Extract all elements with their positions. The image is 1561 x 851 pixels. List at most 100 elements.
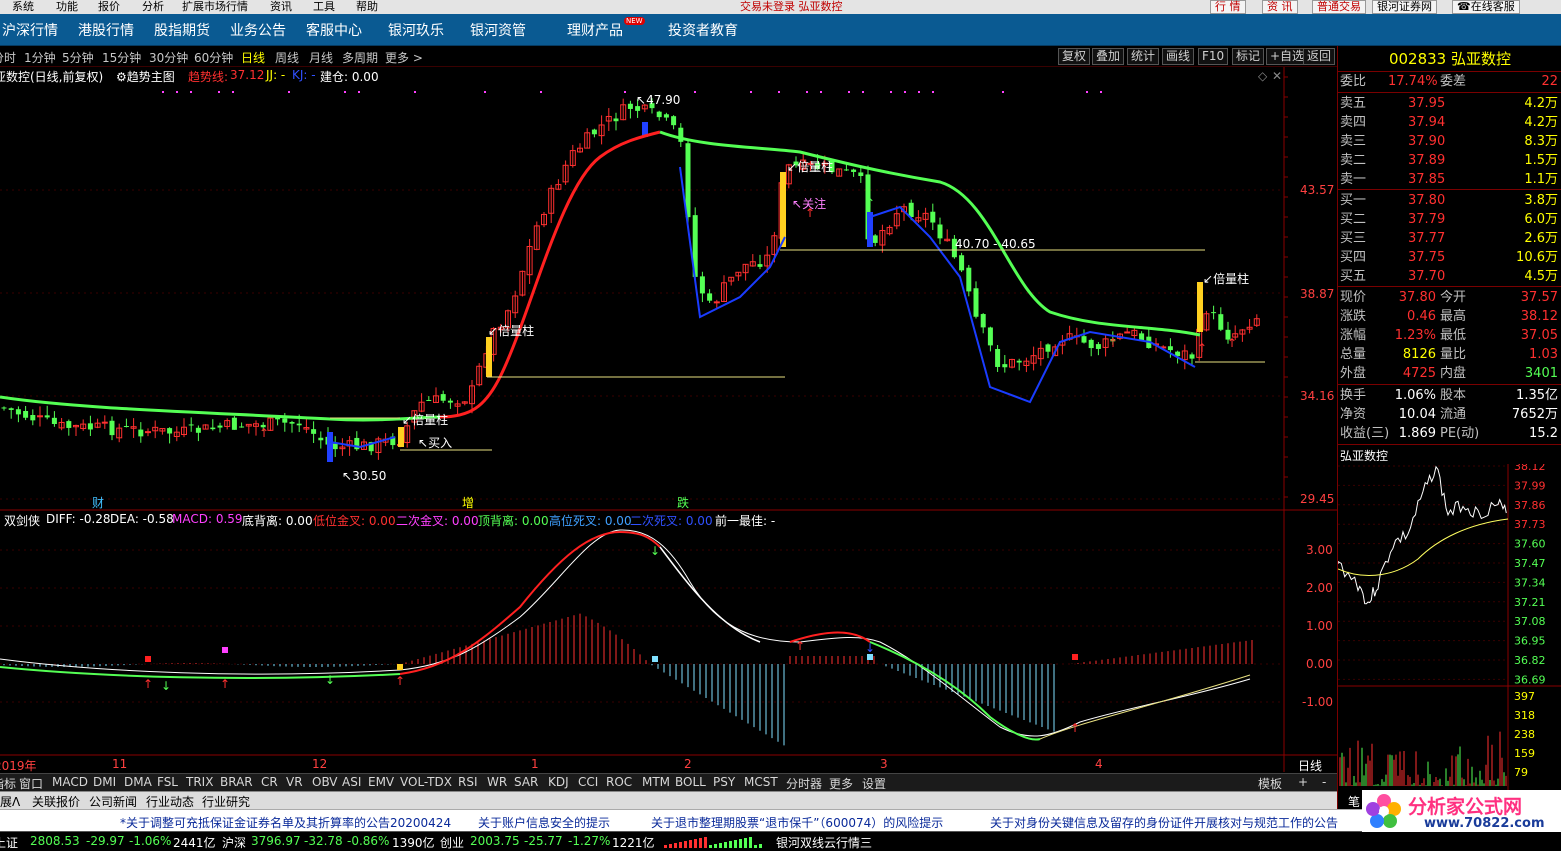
dea-line bbox=[0, 529, 1251, 737]
bid-row: 买四 37.75 10.6万 bbox=[1338, 248, 1561, 267]
nav-finance[interactable]: 理财产品 bbox=[567, 20, 623, 40]
period-30min[interactable]: 30分钟 bbox=[149, 49, 188, 66]
menu-ext-market[interactable]: 扩展市场行情 bbox=[182, 0, 248, 14]
mark-button[interactable]: 标记 bbox=[1232, 48, 1265, 65]
period-60min[interactable]: 60分钟 bbox=[194, 49, 233, 66]
ind-tab[interactable]: ROC bbox=[606, 775, 632, 789]
cy-index-label: 创业 bbox=[440, 836, 465, 850]
close-icon[interactable]: ✕ bbox=[1272, 69, 1282, 83]
ind-tab[interactable]: MTM bbox=[642, 775, 670, 789]
draw-button[interactable]: 画线 bbox=[1162, 48, 1195, 65]
nav-futures[interactable]: 股指期货 bbox=[154, 20, 210, 40]
sh-index-label: 上证 bbox=[0, 836, 19, 850]
period-daily[interactable]: 日线 bbox=[241, 49, 265, 66]
mini-price-tick: 37.73 bbox=[1514, 518, 1546, 531]
adjust-button[interactable]: 复权 bbox=[1058, 48, 1091, 65]
period-multi[interactable]: 多周期 bbox=[342, 49, 378, 66]
intraday-mini-chart[interactable]: 38.12 37.99 37.86 37.73 37.60 37.47 37.34 37.21… bbox=[1338, 464, 1561, 792]
ind-tab[interactable]: BRAR bbox=[220, 775, 253, 789]
period-1min[interactable]: 1分钟 bbox=[24, 49, 56, 66]
tab-industry-news[interactable]: 行业动态 bbox=[146, 793, 194, 810]
ind-tab[interactable]: BOLL bbox=[675, 775, 706, 789]
overlay-button[interactable]: 叠加 bbox=[1092, 48, 1125, 65]
ind-tab[interactable]: PSY bbox=[713, 775, 735, 789]
breadth-bar bbox=[734, 840, 737, 848]
ind-tab[interactable]: 窗口 bbox=[19, 775, 43, 792]
ind-tab[interactable]: CR bbox=[261, 775, 278, 789]
ind-tab[interactable]: OBV bbox=[312, 775, 338, 789]
menu-analysis[interactable]: 分析 bbox=[142, 0, 164, 14]
ind-tab[interactable]: EMV bbox=[368, 775, 394, 789]
nav-hk[interactable]: 港股行情 bbox=[78, 20, 134, 40]
ind-tab[interactable]: 指标 bbox=[0, 775, 16, 792]
tab-industry-research[interactable]: 行业研究 bbox=[202, 793, 250, 810]
ind-tab[interactable]: TRIX bbox=[186, 775, 213, 789]
menu-help[interactable]: 帮助 bbox=[356, 0, 378, 14]
ind-tab[interactable]: VOL-TDX bbox=[400, 775, 452, 789]
signal-dot bbox=[358, 91, 360, 93]
quote-button[interactable]: 行 情 bbox=[1210, 0, 1246, 14]
period-monthly[interactable]: 月线 bbox=[309, 49, 333, 66]
ticker-item[interactable]: 关于对身份关键信息及留存的身份证件开展核对与规范工作的公告 bbox=[990, 814, 1338, 831]
ind-tab[interactable]: MCST bbox=[744, 775, 778, 789]
candle bbox=[1081, 336, 1087, 343]
nav-jiule[interactable]: 银河玖乐 bbox=[388, 20, 444, 40]
ind-tab[interactable]: ASI bbox=[342, 775, 361, 789]
ind-tab[interactable]: KDJ bbox=[548, 775, 569, 789]
nav-announcement[interactable]: 业务公告 bbox=[230, 20, 286, 40]
tab-expand[interactable]: 扩展Λ bbox=[0, 793, 20, 810]
online-service-button[interactable]: ☎在线客服 bbox=[1452, 0, 1520, 14]
collapse-icon[interactable]: ◇ bbox=[1258, 69, 1267, 83]
stock-header[interactable]: 002833 弘亚数控 bbox=[1338, 48, 1561, 70]
menu-info[interactable]: 资讯 bbox=[270, 0, 292, 14]
ind-tab[interactable]: VR bbox=[286, 775, 303, 789]
zoom-in-button[interactable]: + bbox=[1298, 775, 1308, 789]
ind-tab[interactable]: 更多 bbox=[829, 775, 853, 792]
candle bbox=[8, 408, 14, 410]
bid-row: 买二 37.79 6.0万 bbox=[1338, 210, 1561, 229]
template-button[interactable]: 模板 bbox=[1258, 775, 1282, 792]
candle bbox=[995, 349, 1001, 367]
nav-sh-sz[interactable]: 沪深行情 bbox=[2, 20, 58, 40]
nav-education[interactable]: 投资者教育 bbox=[668, 20, 738, 40]
mini-chart-title: 弘亚数控 bbox=[1340, 449, 1389, 463]
period-weekly[interactable]: 周线 bbox=[275, 49, 299, 66]
ind-tab[interactable]: SAR bbox=[514, 775, 538, 789]
trade-button[interactable]: 普通交易 bbox=[1312, 0, 1366, 14]
kline-chart[interactable]: ↑↑↑ ↑ ↑↑ ↑ ↓ ↑ ↓ ↑↓↑ ↓↑ bbox=[0, 67, 1337, 772]
back-button[interactable]: 返回 bbox=[1303, 48, 1336, 65]
period-5min[interactable]: 5分钟 bbox=[62, 49, 94, 66]
add-watch-button[interactable]: +自选 bbox=[1266, 48, 1309, 65]
ind-tab[interactable]: FSL bbox=[157, 775, 178, 789]
news-button[interactable]: 资 讯 bbox=[1262, 0, 1298, 14]
zoom-out-button[interactable]: - bbox=[1322, 775, 1326, 789]
stats-button[interactable]: 统计 bbox=[1127, 48, 1160, 65]
period-more[interactable]: 更多 > bbox=[385, 49, 423, 66]
period-tick[interactable]: 分时 bbox=[0, 49, 16, 66]
ind-tab[interactable]: MACD bbox=[52, 775, 88, 789]
ind-tab[interactable]: RSI bbox=[458, 775, 478, 789]
ind-tab[interactable]: DMA bbox=[124, 775, 152, 789]
f10-button[interactable]: F10 bbox=[1198, 48, 1229, 65]
ind-tab[interactable]: 分时器 bbox=[786, 775, 822, 792]
ticker-item[interactable]: 关于账户信息安全的提示 bbox=[478, 814, 610, 831]
nav-service[interactable]: 客服中心 bbox=[306, 20, 362, 40]
breadth-bar bbox=[669, 844, 672, 848]
tab-company-news[interactable]: 公司新闻 bbox=[89, 793, 137, 810]
ind-tab[interactable]: CCI bbox=[578, 775, 598, 789]
ind-tab[interactable]: 设置 bbox=[862, 775, 886, 792]
menu-function[interactable]: 功能 bbox=[56, 0, 78, 14]
menu-system[interactable]: 系统 bbox=[12, 0, 34, 14]
broker-site-button[interactable]: 银河证券网 bbox=[1372, 0, 1437, 14]
period-15min[interactable]: 15分钟 bbox=[102, 49, 141, 66]
ind-tab[interactable]: DMI bbox=[93, 775, 116, 789]
main-chart-area[interactable]: ↑ ↑ ↑ ↑ ↑ ↑ ↑ ↓ ↑ ↓ ↑ ↓ ↑ ↓ ↑ 亚数控(日线,前复权) ⚙趋势主图 趋势线: … bbox=[0, 67, 1337, 773]
menu-quote[interactable]: 报价 bbox=[98, 0, 120, 14]
menu-tools[interactable]: 工具 bbox=[313, 0, 335, 14]
ind-tab[interactable]: WR bbox=[487, 775, 507, 789]
tab-related-quote[interactable]: 关联报价 bbox=[32, 793, 80, 810]
ticker-item[interactable]: 关于退市整理期股票“退市保千”（600074）的风险提示 bbox=[651, 814, 943, 831]
nav-asset-mgmt[interactable]: 银河资管 bbox=[470, 20, 526, 40]
breadth-bar bbox=[694, 839, 697, 848]
ticker-item[interactable]: *关于调整可充抵保证金证券名单及其折算率的公告20200424 bbox=[120, 814, 451, 831]
